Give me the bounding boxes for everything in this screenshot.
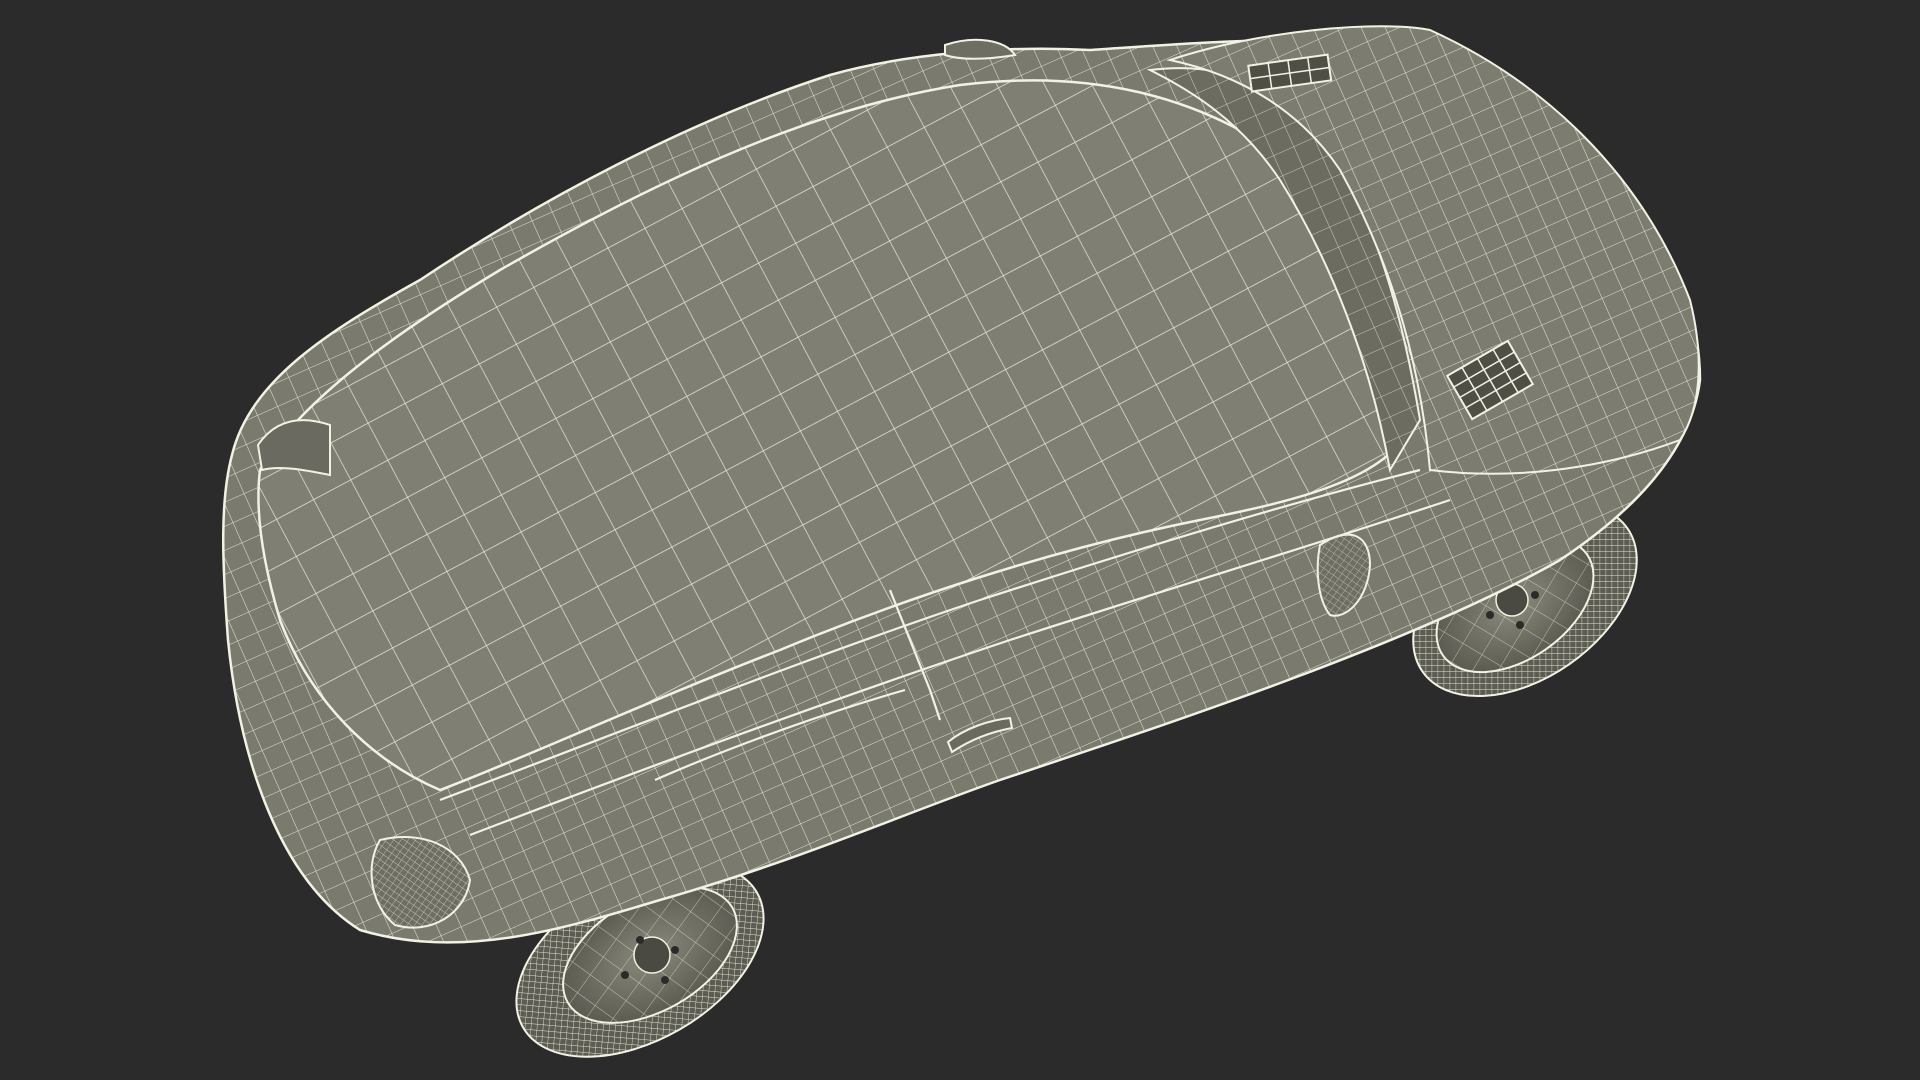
- wireframe-render-canvas: [222, 25, 1702, 1058]
- side-mirror-left: [944, 38, 1017, 60]
